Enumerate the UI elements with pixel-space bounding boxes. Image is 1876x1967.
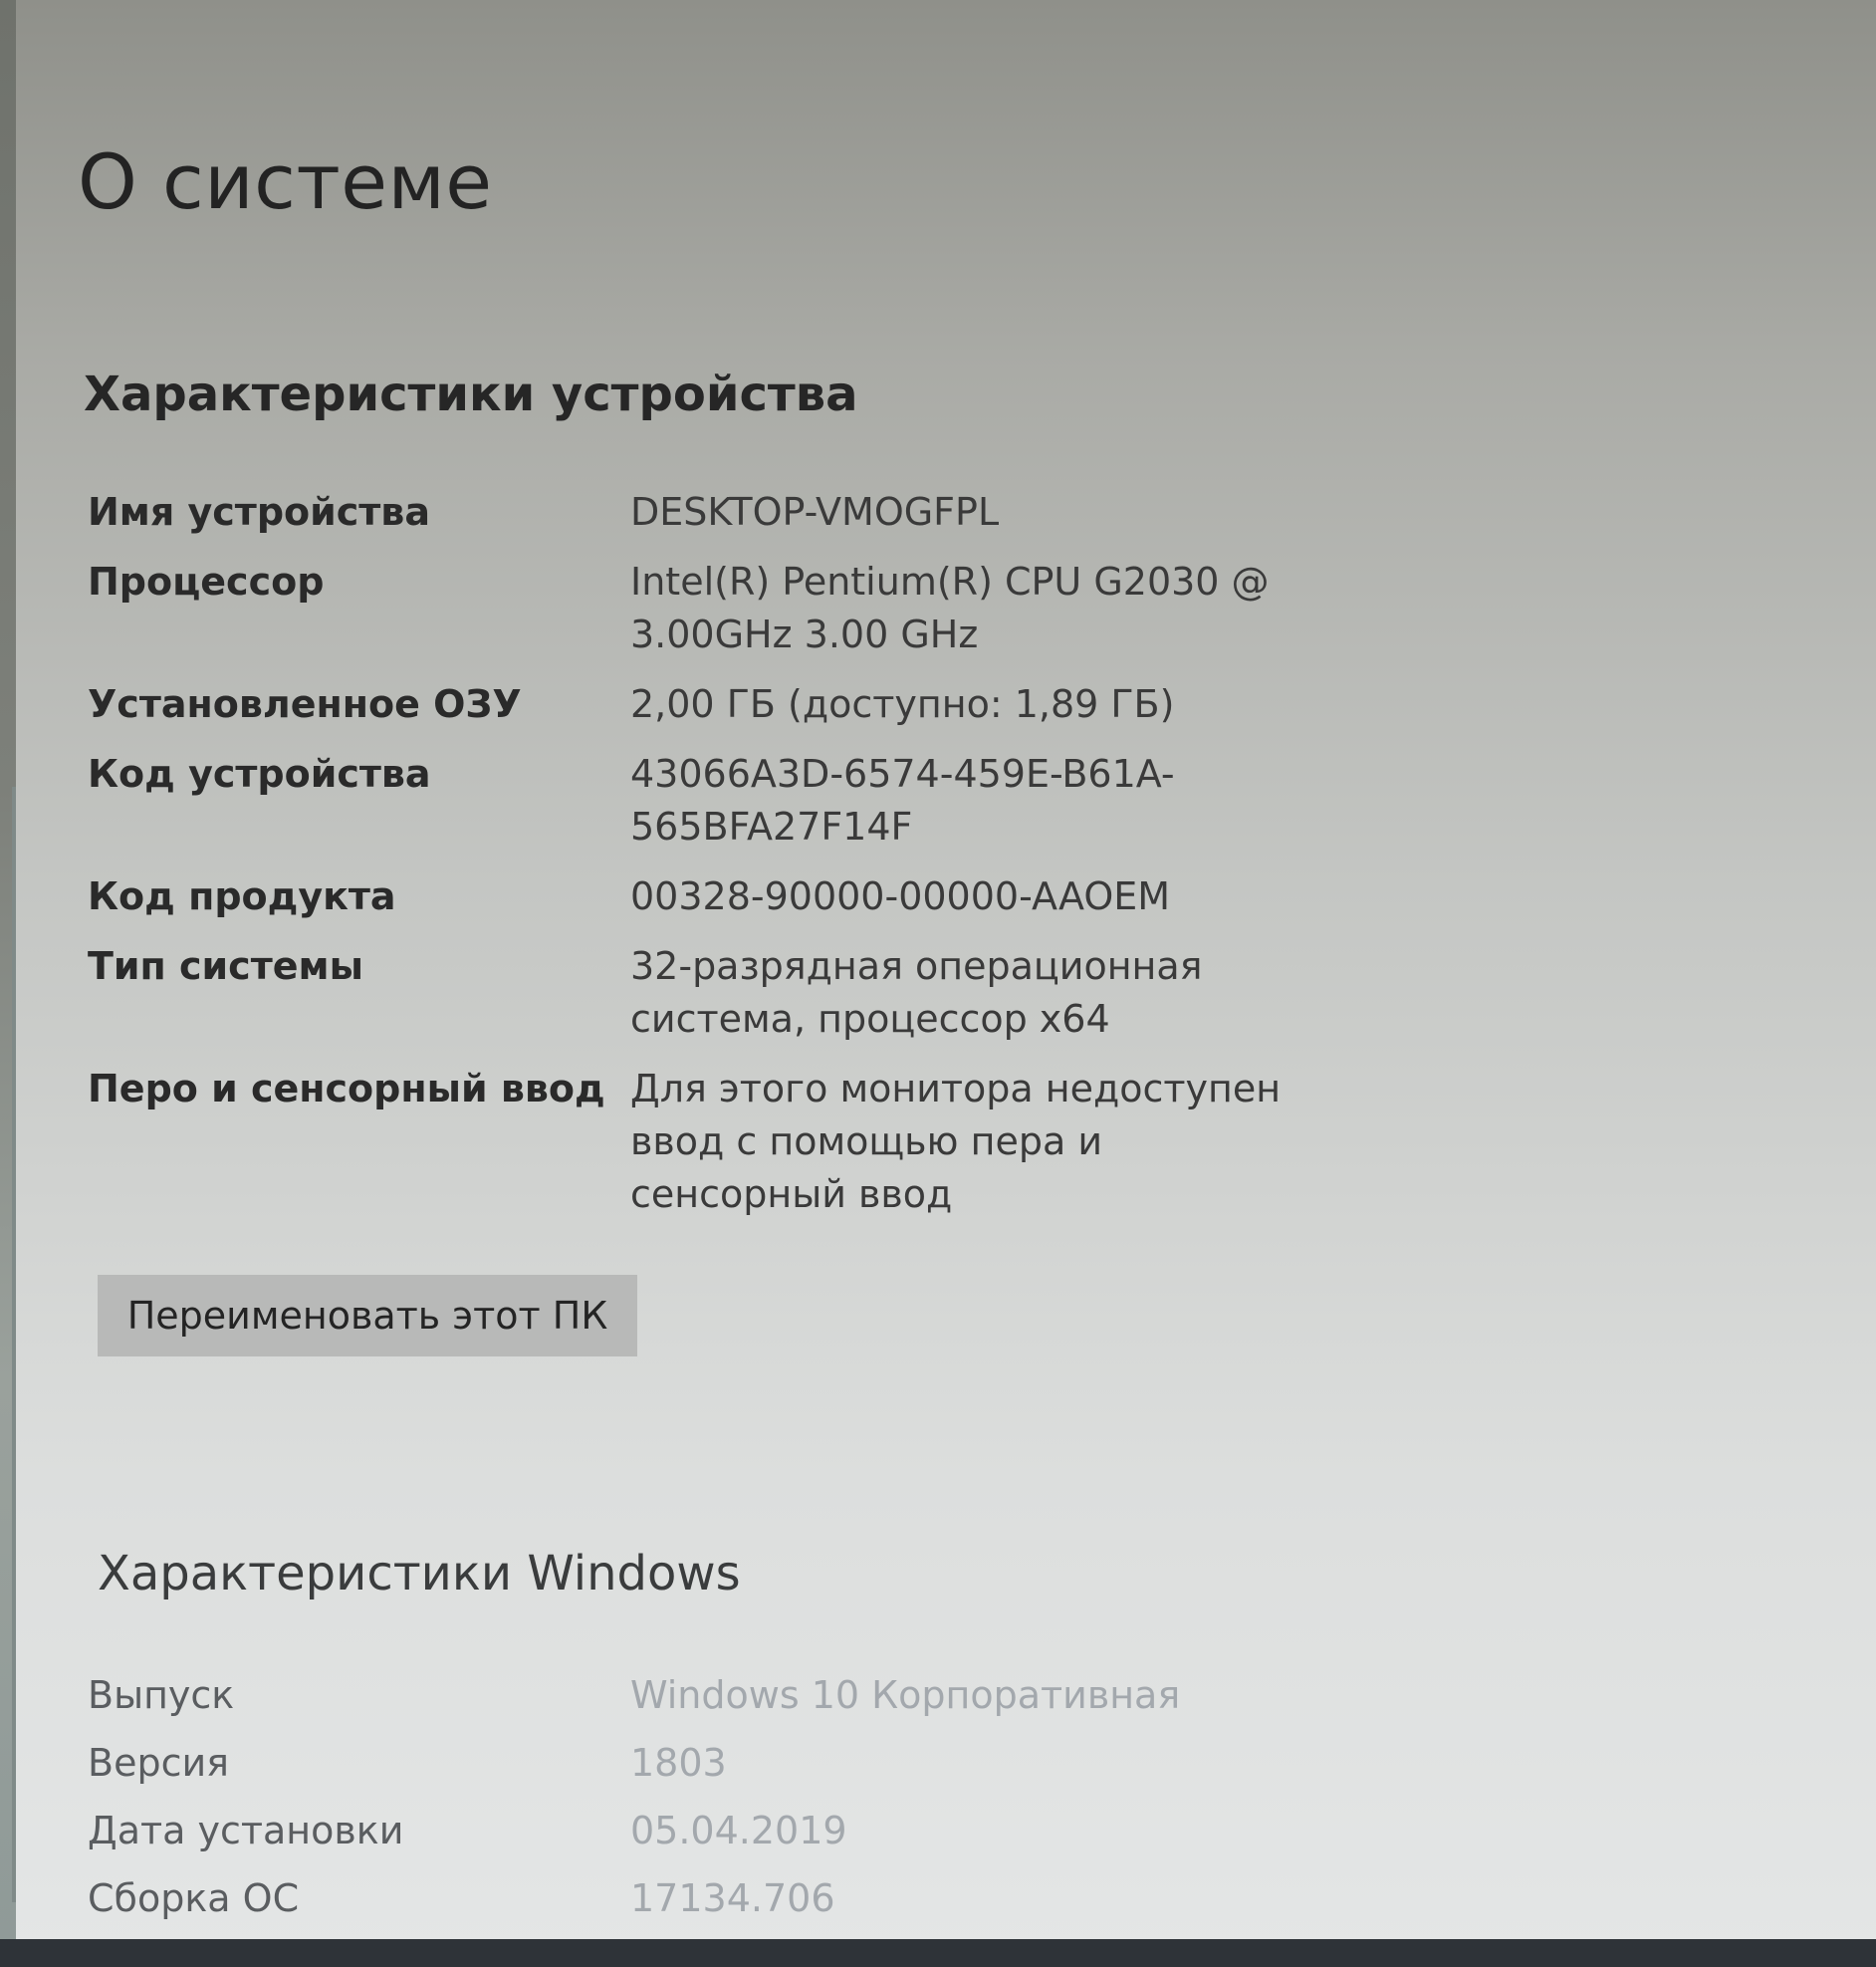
device-name-label: Имя устройства xyxy=(88,490,430,534)
device-id-row: Код устройства 43066A3D-6574-459E-B61A-5… xyxy=(88,748,1432,854)
product-id-value: 00328-90000-00000-AAOEM xyxy=(630,874,1171,918)
pen-touch-row: Перо и сенсорный ввод Для этого монитора… xyxy=(88,1063,1432,1221)
system-type-row: Тип системы 32-разрядная операционная си… xyxy=(88,940,1432,1046)
os-build-label: Сборка ОС xyxy=(88,1876,300,1920)
device-name-value: DESKTOP-VMOGFPL xyxy=(630,490,1000,534)
processor-row: Процессор Intel(R) Pentium(R) CPU G2030 … xyxy=(88,556,1432,661)
device-specifications-title: Характеристики устройства xyxy=(84,367,858,422)
processor-label: Процессор xyxy=(88,560,325,604)
processor-value: Intel(R) Pentium(R) CPU G2030 @ 3.00GHz … xyxy=(630,560,1270,656)
installed-on-value: 05.04.2019 xyxy=(630,1809,847,1852)
installed-ram-row: Установленное ОЗУ 2,00 ГБ (доступно: 1,8… xyxy=(88,678,1432,731)
system-type-value: 32-разрядная операционная система, проце… xyxy=(630,944,1203,1041)
pen-touch-value: Для этого монитора недоступен ввод с пом… xyxy=(630,1067,1282,1216)
scrollbar-track[interactable] xyxy=(12,787,16,1902)
version-row: Версия 1803 xyxy=(88,1729,1432,1797)
taskbar-strip xyxy=(0,1939,1876,1967)
device-id-value: 43066A3D-6574-459E-B61A-565BFA27F14F xyxy=(630,752,1175,849)
device-name-row: Имя устройства DESKTOP-VMOGFPL xyxy=(88,486,1432,539)
installed-on-label: Дата установки xyxy=(88,1809,404,1852)
windows-specifications-list: Выпуск Windows 10 Корпоративная Версия 1… xyxy=(88,1661,1432,1932)
windows-specifications-title: Характеристики Windows xyxy=(98,1546,741,1601)
edition-row: Выпуск Windows 10 Корпоративная xyxy=(88,1661,1432,1729)
device-specifications-list: Имя устройства DESKTOP-VMOGFPL Процессор… xyxy=(88,486,1432,1221)
installed-ram-label: Установленное ОЗУ xyxy=(88,682,522,726)
version-value: 1803 xyxy=(630,1741,727,1785)
installed-on-row: Дата установки 05.04.2019 xyxy=(88,1797,1432,1864)
page-title: О системе xyxy=(78,137,493,226)
version-label: Версия xyxy=(88,1741,230,1785)
installed-ram-value: 2,00 ГБ (доступно: 1,89 ГБ) xyxy=(630,682,1175,726)
system-type-label: Тип системы xyxy=(88,944,363,988)
product-id-row: Код продукта 00328-90000-00000-AAOEM xyxy=(88,870,1432,923)
os-build-row: Сборка ОС 17134.706 xyxy=(88,1864,1432,1932)
os-build-value: 17134.706 xyxy=(630,1876,835,1920)
edition-label: Выпуск xyxy=(88,1673,235,1717)
device-id-label: Код устройства xyxy=(88,752,431,796)
product-id-label: Код продукта xyxy=(88,874,396,918)
edition-value: Windows 10 Корпоративная xyxy=(630,1673,1181,1717)
pen-touch-label: Перо и сенсорный ввод xyxy=(88,1067,605,1110)
rename-pc-button[interactable]: Переименовать этот ПК xyxy=(98,1275,637,1356)
